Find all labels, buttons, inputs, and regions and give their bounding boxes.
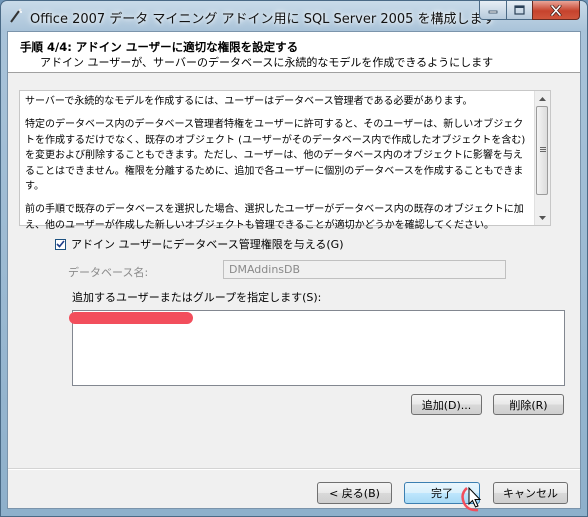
close-icon <box>550 4 562 16</box>
checkbox-box[interactable] <box>55 238 66 250</box>
description-paragraph: 前の手順で既存のデータベースを選択した場合、選択したユーザーがデータベース内の既… <box>25 204 524 231</box>
minimize-icon <box>488 10 498 14</box>
database-name-field: DMAddinsDB <box>223 260 506 279</box>
thumb-grip <box>540 149 546 150</box>
thumb-grip <box>540 151 546 152</box>
maximize-button[interactable] <box>506 1 533 20</box>
step-subtitle: アドイン ユーザーが、サーバーのデータベースに永続的なモデルを作成できるようにし… <box>40 56 494 69</box>
window-title: Office 2007 データ マイニング アドイン用に SQL Server … <box>30 12 496 27</box>
step-title: 手順 4/4: アドイン ユーザーに適切な権限を設定する <box>20 40 299 54</box>
scrollbar-thumb[interactable] <box>536 106 548 195</box>
description-paragraph: 特定のデータベース内のデータベース管理者特権をユーザーに許可すると、そのユーザー… <box>25 119 526 193</box>
footer-divider <box>8 468 580 470</box>
description-scrollbar[interactable] <box>534 91 550 225</box>
close-button[interactable] <box>532 1 580 20</box>
wizard-wand-icon <box>10 8 22 23</box>
delete-user-button[interactable]: 削除(R) <box>493 394 564 415</box>
cancel-button[interactable]: キャンセル <box>493 482 568 504</box>
minimize-button[interactable] <box>479 1 507 20</box>
maximize-icon <box>514 5 525 15</box>
grant-admin-checkbox[interactable]: アドイン ユーザーにデータベース管理権限を与える(G) <box>55 236 344 252</box>
step-header: 手順 4/4: アドイン ユーザーに適切な権限を設定する アドイン ユーザーが、… <box>8 32 580 73</box>
grant-admin-label: アドイン ユーザーにデータベース管理権限を与える(G) <box>71 238 344 251</box>
dialog-client: 手順 4/4: アドイン ユーザーに適切な権限を設定する アドイン ユーザーが、… <box>7 31 581 512</box>
redaction-mark <box>69 312 193 324</box>
scroll-down-button[interactable] <box>535 210 550 225</box>
database-name-label: データベース名: <box>68 266 149 279</box>
dialog-window: Office 2007 データ マイニング アドイン用に SQL Server … <box>0 0 588 517</box>
thumb-grip <box>540 147 546 148</box>
checkmark-icon <box>56 240 65 248</box>
scroll-up-arrow-icon <box>539 96 546 101</box>
back-button[interactable]: < 戻る(B) <box>317 482 392 504</box>
description-paragraph: サーバーで永続的なモデルを作成するには、ユーザーはデータベース管理者である必要が… <box>25 96 473 107</box>
description-text: サーバーで永続的なモデルを作成するには、ユーザーはデータベース管理者である必要が… <box>25 94 531 241</box>
description-box[interactable]: サーバーで永続的なモデルを作成するには、ユーザーはデータベース管理者である必要が… <box>19 90 551 231</box>
users-label: 追加するユーザーまたはグループを指定します(S): <box>72 291 322 304</box>
title-bar[interactable]: Office 2007 データ マイニング アドイン用に SQL Server … <box>1 1 587 31</box>
scroll-up-button[interactable] <box>535 91 550 106</box>
scroll-down-arrow-icon <box>539 215 546 220</box>
mouse-pointer-icon <box>461 486 482 512</box>
add-user-button[interactable]: 追加(D)... <box>411 394 482 415</box>
